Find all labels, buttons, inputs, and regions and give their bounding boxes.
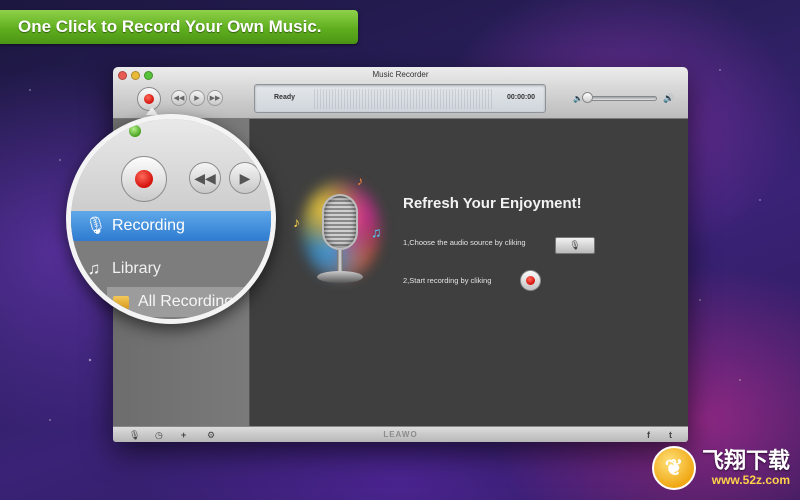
- record-dot-icon: [144, 94, 154, 104]
- step-2-text: 2,Start recording by cliking: [403, 276, 492, 285]
- watermark-url: www.52z.com: [711, 473, 790, 487]
- sidebar-item-all-recording[interactable]: All Recording: [107, 287, 271, 317]
- bottom-bar: 🎙 ◷ + ⚙ LEAWO f t: [113, 426, 688, 442]
- sidebar-item-label: Recording: [112, 217, 185, 234]
- microphone-icon: 🎙: [569, 240, 581, 250]
- play-button[interactable]: ▶: [189, 90, 205, 106]
- site-watermark: ❦ 飞翔下载 www.52z.com: [651, 446, 790, 490]
- sidebar-item-label: All Recording: [138, 293, 234, 310]
- fast-forward-button[interactable]: ▶▶: [207, 90, 223, 106]
- rewind-icon: ◀◀: [194, 169, 216, 186]
- music-note-icon: ♫: [87, 259, 101, 278]
- leaf-logo-icon: ❦: [651, 446, 696, 490]
- volume-slider-knob[interactable]: [582, 92, 593, 103]
- window-toolbar: Music Recorder ◀◀ ▶ ▶▶ Ready 00:00:00 🔈 …: [113, 67, 688, 119]
- audio-source-button[interactable]: 🎙: [555, 237, 595, 254]
- record-dot-icon: [526, 276, 535, 285]
- status-display: Ready 00:00:00: [254, 84, 546, 113]
- magnifier-callout: ◀◀ ▶ 🎙 Recording ♫ Library All Recording: [66, 114, 276, 324]
- record-button-magnified[interactable]: [121, 156, 167, 202]
- waveform-display: [314, 89, 494, 109]
- green-status-light-icon: [129, 125, 141, 137]
- transport-controls: ◀◀ ▶ ▶▶: [171, 90, 223, 106]
- step-1-text: 1,Choose the audio source by cliking: [403, 238, 526, 247]
- microphone-neck: [337, 250, 343, 272]
- main-panel: ♪ ♫ ♪ Refresh Your Enjoyment! 1,Choose t…: [250, 119, 688, 426]
- record-dot-icon: [135, 170, 153, 188]
- play-icon: ▶: [239, 169, 251, 186]
- fast-forward-icon: ▶▶: [209, 94, 221, 102]
- microphone-icon: 🎙: [85, 216, 107, 235]
- watermark-title: 飞翔下载: [701, 448, 790, 473]
- rewind-button[interactable]: ◀◀: [171, 90, 187, 106]
- microphone-head: [322, 194, 358, 250]
- promo-banner: One Click to Record Your Own Music.: [0, 10, 358, 44]
- sidebar-item-library[interactable]: ♫ Library: [71, 254, 271, 284]
- sidebar-item-label: Library: [112, 260, 161, 277]
- microphone-illustration: ♪ ♫ ♪: [293, 174, 390, 294]
- play-button-magnified[interactable]: ▶: [229, 162, 261, 194]
- facebook-icon[interactable]: f: [647, 429, 650, 441]
- headline: Refresh Your Enjoyment!: [403, 195, 582, 212]
- volume-high-icon: 🔊: [663, 93, 675, 103]
- promo-banner-text: One Click to Record Your Own Music.: [18, 17, 322, 36]
- brand-logo: LEAWO: [383, 430, 418, 439]
- volume-slider[interactable]: [585, 96, 657, 101]
- watermark-text: 飞翔下载 www.52z.com: [701, 448, 790, 488]
- elapsed-time: 00:00:00: [506, 94, 535, 101]
- music-note-icon: ♪: [293, 214, 300, 230]
- music-note-icon: ♪: [357, 174, 363, 188]
- rewind-icon: ◀◀: [173, 94, 185, 102]
- play-icon: ▶: [194, 94, 200, 102]
- magnified-toolbar: ◀◀ ▶: [71, 119, 271, 211]
- twitter-icon[interactable]: t: [669, 429, 672, 441]
- microphone-base: [317, 271, 363, 283]
- folder-icon: [113, 295, 129, 309]
- sidebar-item-recording[interactable]: 🎙 Recording: [71, 211, 271, 241]
- status-text: Ready: [274, 94, 296, 101]
- magnified-sidebar: 🎙 Recording ♫ Library All Recording: [71, 211, 271, 319]
- magnifier-pointer: [146, 107, 158, 115]
- rewind-button-magnified[interactable]: ◀◀: [189, 162, 221, 194]
- window-title: Music Recorder: [372, 70, 429, 79]
- start-recording-button[interactable]: [520, 270, 541, 291]
- music-note-icon: ♫: [371, 224, 382, 240]
